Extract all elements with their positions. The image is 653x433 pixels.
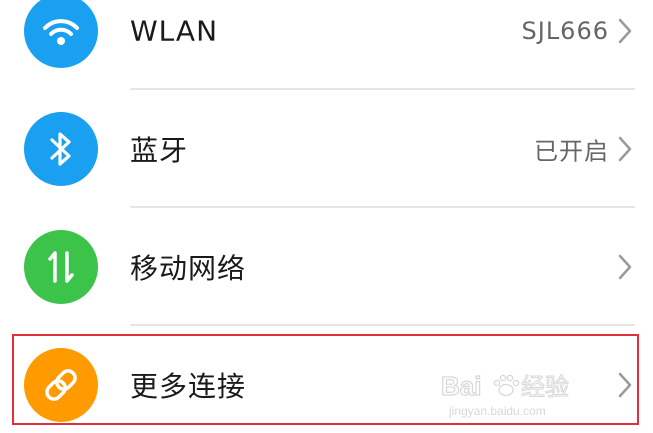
chevron-right-icon (618, 136, 632, 162)
chevron-right-icon (618, 18, 632, 44)
mobile-data-icon (24, 230, 98, 304)
watermark-url: jingyan.baidu.com (448, 404, 546, 418)
mobile-network-label: 移动网络 (130, 252, 247, 285)
settings-screen: WLAN SJL666 蓝牙 已开启 移动网络 更多连接 Bai 经验 jing… (0, 0, 653, 433)
wlan-value: SJL666 (521, 17, 609, 45)
settings-item-mobile-network[interactable]: 移动网络 (0, 208, 653, 326)
baidu-jingyan-watermark: Bai 经验 jingyan.baidu.com (441, 370, 570, 418)
bluetooth-label: 蓝牙 (130, 134, 189, 167)
wlan-label: WLAN (130, 14, 219, 48)
chevron-right-icon (618, 254, 632, 280)
wifi-icon (24, 0, 98, 68)
bluetooth-icon (24, 112, 98, 186)
svg-text:Bai: Bai (441, 371, 481, 401)
bluetooth-value: 已开启 (534, 137, 609, 166)
settings-item-wlan[interactable]: WLAN SJL666 (0, 0, 653, 90)
settings-item-bluetooth[interactable]: 蓝牙 已开启 (0, 90, 653, 208)
svg-text:经验: 经验 (521, 373, 569, 401)
